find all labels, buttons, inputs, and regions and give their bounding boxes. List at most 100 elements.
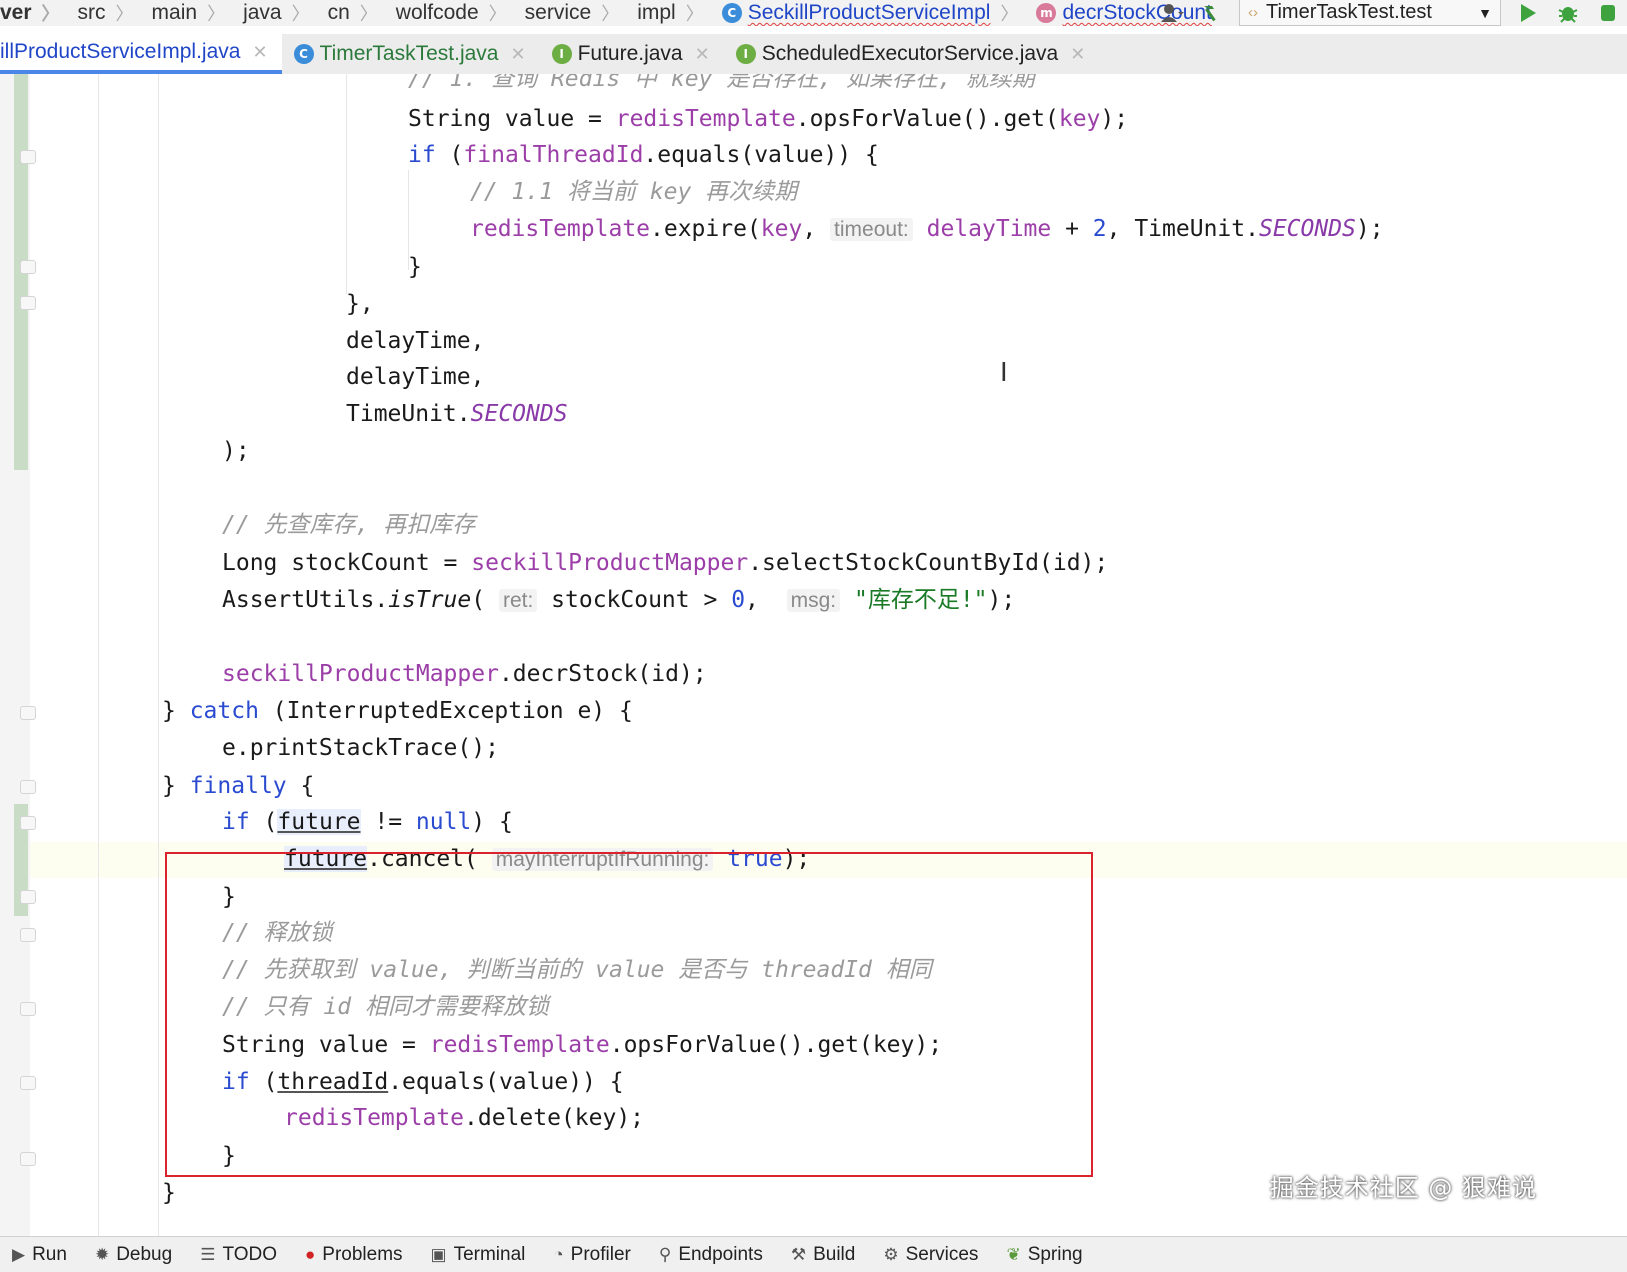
tool-services[interactable]: ⚙ Services: [871, 1244, 994, 1266]
breadcrumb-item[interactable]: impl 〉: [633, 0, 718, 26]
code-line: redisTemplate.expire(key, timeout: delay…: [470, 216, 1384, 242]
fold-icon[interactable]: [20, 1076, 36, 1090]
tool-profiler[interactable]: ◔ Profiler: [541, 1244, 646, 1266]
tool-label: Problems: [322, 1243, 403, 1265]
breadcrumb-item[interactable]: ver 〉: [0, 0, 74, 26]
code-line: redisTemplate.delete(key);: [284, 1105, 645, 1131]
watermark: 掘金技术社区 @ 狠难说: [1269, 1174, 1537, 1202]
bug-icon[interactable]: [1555, 2, 1581, 24]
fold-icon[interactable]: [20, 816, 36, 830]
tab-label: ScheduledExecutorService.java: [761, 42, 1059, 65]
tool-label: Terminal: [453, 1243, 526, 1265]
tool-run[interactable]: ▶ Run: [0, 1244, 83, 1266]
breadcrumb-class[interactable]: C SeckillProductServiceImpl 〉: [718, 0, 1033, 26]
code-line: // 1.1 将当前 key 再次续期: [470, 179, 798, 205]
chevron-down-icon: ▼: [1478, 4, 1492, 21]
tool-terminal[interactable]: ▣ Terminal: [419, 1244, 542, 1266]
code-line: if (future != null) {: [222, 809, 513, 835]
tool-label: Profiler: [570, 1243, 631, 1265]
user-icon[interactable]: [1159, 2, 1185, 24]
toolbar: ‹› TimerTaskTest.test ▼: [1159, 0, 1627, 26]
code-line: } catch (InterruptedException e) {: [162, 698, 633, 724]
code-line: future.cancel( mayInterruptIfRunning: tr…: [284, 846, 811, 872]
fold-icon[interactable]: [20, 296, 36, 310]
code-line: AssertUtils.isTrue( ret: stockCount > 0,…: [222, 587, 1016, 613]
tool-debug[interactable]: ✹ Debug: [83, 1244, 188, 1266]
fold-icon[interactable]: [20, 706, 36, 720]
close-icon[interactable]: ✕: [695, 44, 710, 65]
run-config-label: TimerTaskTest.test: [1266, 1, 1432, 23]
breadcrumb-item[interactable]: wolfcode 〉: [392, 0, 521, 26]
text-cursor-icon: I: [1000, 358, 1008, 388]
class-icon: C: [293, 44, 314, 64]
tool-label: TODO: [222, 1243, 277, 1265]
tab-seckill-product-service-impl[interactable]: illProductServiceImpl.java ✕: [0, 34, 282, 74]
tool-label: Spring: [1027, 1243, 1083, 1265]
current-line-highlight: [30, 842, 1627, 878]
code-line: );: [222, 438, 250, 464]
parameter-hint: msg:: [786, 589, 841, 612]
parameter-hint: timeout:: [830, 218, 913, 241]
close-icon[interactable]: ✕: [252, 42, 267, 63]
run-config-icon: ‹›: [1248, 4, 1258, 21]
class-icon: C: [721, 3, 742, 23]
fold-icon[interactable]: [20, 890, 36, 904]
code-line: if (threadId.equals(value)) {: [222, 1069, 624, 1095]
tool-endpoints[interactable]: ⚲ Endpoints: [647, 1244, 779, 1266]
fold-icon[interactable]: [20, 928, 36, 942]
tool-problems[interactable]: ● Problems: [293, 1244, 419, 1266]
run-config-selector[interactable]: ‹› TimerTaskTest.test ▼: [1239, 0, 1501, 26]
interface-icon: I: [735, 44, 756, 64]
code-line: e.printStackTrace();: [222, 735, 499, 761]
code-line: },: [346, 291, 374, 317]
spring-icon: ❦: [1006, 1244, 1021, 1264]
editor-tabs: illProductServiceImpl.java ✕ C TimerTask…: [0, 34, 1627, 74]
tool-build[interactable]: ⚒ Build: [779, 1244, 872, 1266]
method-icon: m: [1036, 3, 1057, 23]
breadcrumb-item[interactable]: service 〉: [521, 0, 634, 26]
tool-label: Run: [32, 1243, 67, 1265]
breadcrumb-class-label: SeckillProductServiceImpl: [747, 1, 991, 24]
fold-icon[interactable]: [20, 260, 36, 274]
fold-icon[interactable]: [20, 1002, 36, 1016]
code-editor[interactable]: // 1. 查询 Redis 中 key 是否存在, 如果存在, 就续期 Str…: [0, 74, 1627, 1236]
fold-icon[interactable]: [20, 1152, 36, 1166]
parameter-hint: ret:: [498, 589, 538, 612]
tool-spring[interactable]: ❦ Spring: [994, 1244, 1098, 1266]
code-line: }: [222, 1143, 236, 1169]
fold-icon[interactable]: [20, 150, 36, 164]
interface-icon: I: [551, 44, 572, 64]
breadcrumb-item[interactable]: src 〉: [74, 0, 148, 26]
code-line: String value = redisTemplate.opsForValue…: [222, 1032, 943, 1058]
hammer-icon: ⚒: [790, 1244, 807, 1264]
code-line: TimeUnit.SECONDS: [346, 401, 568, 427]
tab-label: TimerTaskTest.java: [319, 42, 499, 65]
indent-guide: [98, 74, 99, 1236]
list-icon: ☰: [200, 1244, 216, 1264]
breadcrumb-item[interactable]: java 〉: [239, 0, 324, 26]
tool-todo[interactable]: ☰ TODO: [188, 1244, 293, 1266]
code-line: Long stockCount = seckillProductMapper.s…: [222, 550, 1109, 576]
coverage-icon[interactable]: [1595, 2, 1621, 24]
code-line: // 只有 id 相同才需要释放锁: [222, 994, 549, 1020]
tool-label: Endpoints: [678, 1243, 763, 1265]
tool-label: Services: [905, 1243, 979, 1265]
code-line: String value = redisTemplate.opsForValue…: [408, 106, 1129, 132]
error-icon: ●: [304, 1244, 316, 1264]
close-icon[interactable]: ✕: [510, 44, 525, 65]
hammer-icon[interactable]: [1199, 2, 1225, 24]
run-icon[interactable]: [1515, 2, 1541, 24]
code-line: // 先获取到 value, 判断当前的 value 是否与 threadId …: [222, 957, 932, 983]
close-icon[interactable]: ✕: [1070, 44, 1085, 65]
tab-scheduled-executor-service[interactable]: I ScheduledExecutorService.java ✕: [724, 34, 1100, 74]
parameter-hint: mayInterruptIfRunning:: [491, 848, 714, 871]
fold-icon[interactable]: [20, 780, 36, 794]
code-line: seckillProductMapper.decrStock(id);: [222, 661, 707, 687]
tab-timer-task-test[interactable]: C TimerTaskTest.java ✕: [282, 34, 540, 74]
breadcrumb-item[interactable]: main 〉: [148, 0, 240, 26]
code-line: // 释放锁: [222, 920, 333, 946]
code-line: // 先查库存, 再扣库存: [222, 512, 476, 538]
tool-label: Debug: [116, 1243, 173, 1265]
tab-future[interactable]: I Future.java ✕: [540, 34, 724, 74]
breadcrumb-item[interactable]: cn 〉: [324, 0, 392, 26]
